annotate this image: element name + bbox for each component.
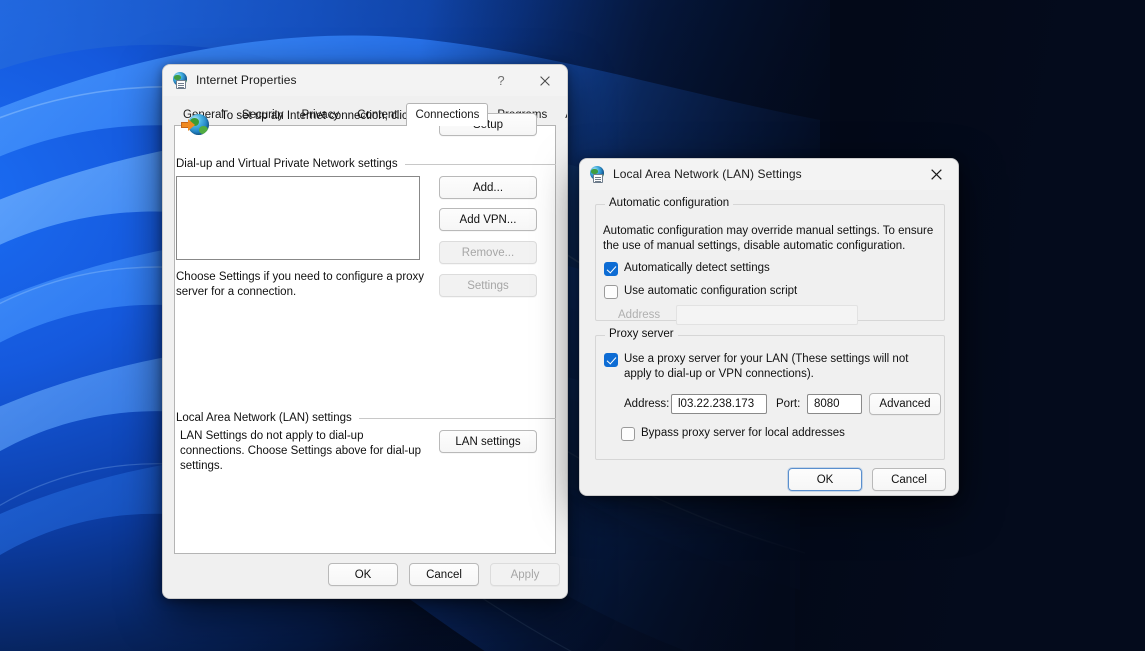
help-button[interactable]: ? [479,65,523,96]
lan-cancel-button[interactable]: Cancel [872,468,946,491]
proxy-advanced-button[interactable]: Advanced [869,393,941,415]
auto-detect-settings-checkbox[interactable] [604,262,618,276]
dialup-hint-text: Choose Settings if you need to configure… [176,270,426,300]
divider [405,164,556,165]
window-title: Local Area Network (LAN) Settings [613,167,802,181]
use-proxy-server-label: Use a proxy server for your LAN (These s… [624,352,934,382]
lan-ok-button[interactable]: OK [788,468,862,491]
use-config-script-row[interactable]: Use automatic configuration script [604,284,797,299]
automatic-configuration-label: Automatic configuration [605,197,733,209]
use-proxy-server-row[interactable]: Use a proxy server for your LAN (These s… [604,352,937,382]
lan-hint-text: LAN Settings do not apply to dial-up con… [180,429,430,474]
proxy-port-label: Port: [776,398,800,410]
proxy-server-label: Proxy server [605,328,678,340]
tab-advanced[interactable]: Advanced [556,104,568,125]
automatic-configuration-description: Automatic configuration may override man… [603,224,941,254]
tab-connections[interactable]: Connections [406,103,488,126]
proxy-address-label: Address: [624,398,669,410]
lan-group-header: Local Area Network (LAN) settings [176,412,556,424]
dialup-connections-list[interactable] [176,176,420,260]
remove-button[interactable]: Remove... [439,241,537,264]
caption-button-group [914,159,958,190]
apply-button[interactable]: Apply [490,563,560,586]
lan-group-label: Local Area Network (LAN) settings [176,412,352,424]
window-title: Internet Properties [196,73,297,87]
settings-button[interactable]: Settings [439,274,537,297]
internet-properties-body: General Security Privacy Content Connect… [163,96,567,598]
bypass-proxy-checkbox[interactable] [621,427,635,441]
lan-settings-titlebar[interactable]: Local Area Network (LAN) Settings [580,159,958,190]
close-icon[interactable] [523,65,567,96]
internet-properties-window: Internet Properties ? General Security P… [162,64,568,599]
bypass-proxy-row[interactable]: Bypass proxy server for local addresses [621,426,845,441]
auto-detect-settings-row[interactable]: Automatically detect settings [604,261,770,276]
auto-detect-settings-label: Automatically detect settings [624,261,770,276]
divider [359,418,556,419]
internet-properties-icon [590,166,606,182]
proxy-port-input[interactable]: 8080 [807,394,862,414]
internet-properties-titlebar[interactable]: Internet Properties ? [163,65,567,96]
proxy-address-input[interactable]: l03.22.238.173 [671,394,767,414]
bypass-proxy-label: Bypass proxy server for local addresses [641,426,845,441]
use-proxy-server-checkbox[interactable] [604,353,618,367]
add-button[interactable]: Add... [439,176,537,199]
globe-with-arrow-icon [181,112,209,138]
cancel-button[interactable]: Cancel [409,563,479,586]
internet-properties-icon [173,72,189,88]
dialup-group-header: Dial-up and Virtual Private Network sett… [176,158,556,170]
lan-settings-window: Local Area Network (LAN) Settings Automa… [579,158,959,496]
lan-settings-body: Automatic configuration Automatic config… [580,190,958,495]
script-address-input[interactable] [676,305,858,325]
script-address-label: Address [618,309,660,321]
caption-button-group: ? [479,65,567,96]
use-config-script-label: Use automatic configuration script [624,284,797,299]
use-config-script-checkbox[interactable] [604,285,618,299]
dialup-group-label: Dial-up and Virtual Private Network sett… [176,158,398,170]
add-vpn-button[interactable]: Add VPN... [439,208,537,231]
lan-settings-button[interactable]: LAN settings [439,430,537,453]
close-icon[interactable] [914,159,958,190]
ok-button[interactable]: OK [328,563,398,586]
